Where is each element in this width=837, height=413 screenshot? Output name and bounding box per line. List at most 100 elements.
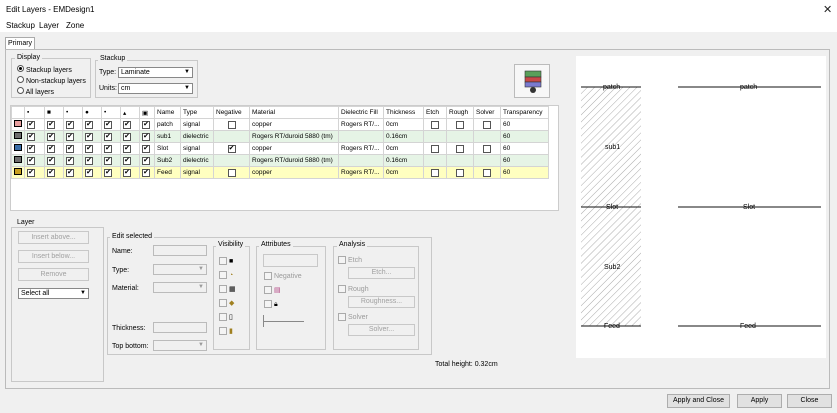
- material-select[interactable]: ▼: [153, 282, 207, 293]
- material-cell[interactable]: Rogers RT/duroid 5880 (tm): [249, 130, 339, 143]
- insert-below-button[interactable]: Insert below...: [18, 250, 89, 263]
- transparency-cell[interactable]: 60: [500, 118, 549, 131]
- visibility-checkbox[interactable]: ✔: [82, 154, 102, 167]
- table-row[interactable]: ✔ ✔ ✔ ✔ ✔ ✔ ✔ sub1 dielectric Rogers RT/duroid 58…: [11, 130, 549, 143]
- menu-layer[interactable]: Layer: [39, 21, 59, 30]
- insert-above-button[interactable]: Insert above...: [18, 231, 89, 244]
- visibility-checkbox[interactable]: ✔: [24, 130, 45, 143]
- table-row[interactable]: ✔ ✔ ✔ ✔ ✔ ✔ ✔ Sub2 dielectric Rogers RT/duroid 58…: [11, 154, 549, 167]
- solver-cell[interactable]: [473, 118, 501, 131]
- etch-cell[interactable]: [423, 154, 447, 167]
- edit-type-select[interactable]: ▼: [153, 264, 207, 275]
- layer-color-swatch[interactable]: [11, 166, 25, 179]
- material-cell[interactable]: copper: [249, 142, 339, 155]
- units-select[interactable]: cm ▼: [118, 83, 193, 94]
- visibility-checkbox[interactable]: ✔: [24, 154, 45, 167]
- visibility-checkbox[interactable]: ✔: [44, 130, 64, 143]
- visibility-checkbox[interactable]: ✔: [24, 142, 45, 155]
- name-input[interactable]: [153, 245, 207, 256]
- visibility-checkbox[interactable]: ✔: [63, 130, 83, 143]
- layer-name-cell[interactable]: Slot: [154, 142, 181, 155]
- visibility-checkbox[interactable]: ✔: [82, 130, 102, 143]
- thickness-header[interactable]: Thickness: [383, 106, 424, 119]
- square-icon[interactable]: ■: [44, 106, 64, 119]
- remove-button[interactable]: Remove: [18, 268, 89, 281]
- visibility-checkbox-4[interactable]: ◆: [219, 299, 234, 308]
- rough-cell[interactable]: [446, 166, 474, 179]
- visibility-checkbox[interactable]: ✔: [101, 118, 121, 131]
- layer-name-cell[interactable]: Feed: [154, 166, 181, 179]
- etch-cell[interactable]: [423, 166, 447, 179]
- thickness-input[interactable]: [153, 322, 207, 333]
- pattern-checkbox[interactable]: ▤: [264, 286, 281, 295]
- radio-all-layers[interactable]: All layers: [17, 87, 54, 96]
- visibility-checkbox[interactable]: ✔: [120, 154, 140, 167]
- name-header[interactable]: Name: [154, 106, 181, 119]
- negative-cell[interactable]: [213, 130, 250, 143]
- transparency-cell[interactable]: 60: [500, 166, 549, 179]
- menu-zone[interactable]: Zone: [66, 21, 84, 30]
- radio-stackup-layers[interactable]: Stackup layers: [17, 65, 72, 74]
- grid-icon[interactable]: ▣: [139, 106, 155, 119]
- table-row[interactable]: ✔ ✔ ✔ ✔ ✔ ✔ ✔ patch signal copper Rogers RT/... 0cm…: [11, 118, 549, 131]
- rough-cell[interactable]: [446, 130, 474, 143]
- close-button[interactable]: Close: [787, 394, 832, 408]
- layer-name-cell[interactable]: Sub2: [154, 154, 181, 167]
- solver-cell[interactable]: [473, 154, 501, 167]
- lock-icon[interactable]: ▪: [24, 106, 45, 119]
- layer-type-cell[interactable]: dielectric: [180, 154, 214, 167]
- close-icon[interactable]: ✕: [823, 3, 832, 16]
- select-all-dropdown[interactable]: Select all ▼: [18, 288, 89, 299]
- roughness-button[interactable]: Roughness...: [348, 296, 415, 308]
- visibility-checkbox[interactable]: ✔: [120, 130, 140, 143]
- material-cell[interactable]: Rogers RT/duroid 5880 (tm): [249, 154, 339, 167]
- negative-cell[interactable]: ✔: [213, 142, 250, 155]
- visibility-checkbox[interactable]: ✔: [82, 166, 102, 179]
- visibility-checkbox[interactable]: ✔: [63, 154, 83, 167]
- solver-cell[interactable]: [473, 130, 501, 143]
- dielectric-fill-cell[interactable]: [338, 130, 384, 143]
- visibility-checkbox[interactable]: ✔: [101, 154, 121, 167]
- thickness-cell[interactable]: 0cm: [383, 118, 424, 131]
- visibility-checkbox[interactable]: ✔: [63, 166, 83, 179]
- menu-stackup[interactable]: Stackup: [6, 21, 35, 30]
- visibility-checkbox-2[interactable]: ◔: [219, 271, 233, 279]
- rough-cell[interactable]: [446, 154, 474, 167]
- layer-type-cell[interactable]: signal: [180, 166, 214, 179]
- layer-type-cell[interactable]: signal: [180, 142, 214, 155]
- transparency-slider[interactable]: [263, 315, 304, 327]
- solver-header[interactable]: Solver: [473, 106, 501, 119]
- negative-checkbox[interactable]: Negative: [264, 272, 302, 280]
- rough-cell[interactable]: [446, 142, 474, 155]
- etch-header[interactable]: Etch: [423, 106, 447, 119]
- visibility-checkbox-5[interactable]: ▯: [219, 313, 233, 322]
- visibility-checkbox[interactable]: ✔: [63, 142, 83, 155]
- visibility-checkbox[interactable]: ✔: [44, 118, 64, 131]
- material-cell[interactable]: copper: [249, 166, 339, 179]
- visibility-checkbox[interactable]: ✔: [120, 142, 140, 155]
- layer-name-cell[interactable]: patch: [154, 118, 181, 131]
- type-header[interactable]: Type: [180, 106, 214, 119]
- visibility-checkbox[interactable]: ✔: [139, 166, 155, 179]
- transparency-cell[interactable]: 60: [500, 130, 549, 143]
- thickness-cell[interactable]: 0cm: [383, 142, 424, 155]
- layer-color-swatch[interactable]: [11, 118, 25, 131]
- rough-cell[interactable]: [446, 118, 474, 131]
- dielectric-fill-cell[interactable]: [338, 154, 384, 167]
- etch-cell[interactable]: [423, 118, 447, 131]
- color-button[interactable]: [263, 254, 318, 267]
- dielectric-fill-cell[interactable]: Rogers RT/...: [338, 142, 384, 155]
- visibility-checkbox-1[interactable]: ■: [219, 257, 233, 265]
- radio-non-stackup-layers[interactable]: Non-stackup layers: [17, 76, 86, 85]
- visibility-checkbox[interactable]: ✔: [82, 142, 102, 155]
- material-header[interactable]: Material: [249, 106, 339, 119]
- rough-header[interactable]: Rough: [446, 106, 474, 119]
- layer-name-cell[interactable]: sub1: [154, 130, 181, 143]
- visibility-checkbox-3[interactable]: ▦: [219, 285, 236, 294]
- lock-checkbox[interactable]: 🔒︎: [264, 300, 278, 309]
- etch-cell[interactable]: [423, 130, 447, 143]
- layer-color-swatch[interactable]: [11, 154, 25, 167]
- negative-header[interactable]: Negative: [213, 106, 250, 119]
- visibility-checkbox[interactable]: ✔: [44, 142, 64, 155]
- visibility-checkbox[interactable]: ✔: [139, 118, 155, 131]
